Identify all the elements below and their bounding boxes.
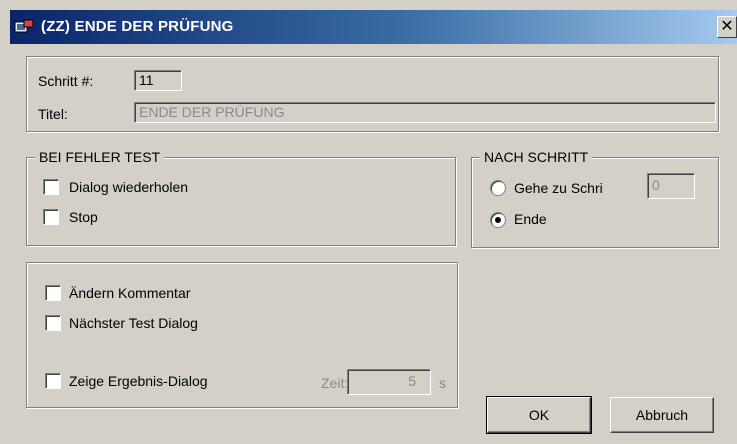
on-error-group: BEI FEHLER TEST Dialog wiederholen Stop	[26, 149, 456, 246]
show-result-dialog-checkbox[interactable]	[45, 373, 61, 389]
goto-step-field[interactable]: 0	[647, 173, 695, 199]
end-radio[interactable]	[490, 212, 506, 228]
next-test-dialog-checkbox[interactable]	[45, 315, 61, 331]
repeat-dialog-label[interactable]: Dialog wiederholen	[69, 179, 188, 195]
after-step-group: NACH SCHRITT Gehe zu Schri 0 Ende	[471, 149, 719, 248]
goto-step-radio[interactable]	[490, 180, 506, 196]
extras-group: Ändern Kommentar Nächster Test Dialog Ze…	[26, 262, 458, 408]
end-label[interactable]: Ende	[514, 211, 547, 227]
time-unit-label: s	[439, 375, 446, 391]
time-field[interactable]: 5	[347, 369, 431, 395]
step-info-group: Schritt #: 11 Titel: ENDE DER PRÜFUNG	[26, 56, 719, 132]
cancel-button[interactable]: Abbruch	[610, 397, 714, 433]
show-result-dialog-label[interactable]: Zeige Ergebnis-Dialog	[69, 373, 208, 389]
time-label: Zeit:	[321, 375, 349, 391]
window-title: (ZZ) ENDE DER PRÜFUNG	[41, 18, 234, 35]
dialog-window: (ZZ) ENDE DER PRÜFUNG ✕ Schritt #: 11 Ti…	[0, 0, 737, 444]
dialog-body: Schritt #: 11 Titel: ENDE DER PRÜFUNG BE…	[10, 44, 737, 444]
next-test-dialog-label[interactable]: Nächster Test Dialog	[69, 315, 198, 331]
ok-button[interactable]: OK	[486, 396, 592, 434]
stop-checkbox[interactable]	[43, 209, 59, 225]
stop-label[interactable]: Stop	[69, 209, 98, 225]
step-number-label: Schritt #:	[38, 73, 94, 89]
step-title-field[interactable]: ENDE DER PRÜFUNG	[134, 102, 716, 123]
close-button[interactable]: ✕	[717, 16, 737, 38]
close-icon: ✕	[720, 18, 734, 35]
on-error-legend: BEI FEHLER TEST	[35, 149, 165, 165]
title-bar[interactable]: (ZZ) ENDE DER PRÜFUNG ✕	[10, 10, 737, 44]
change-comment-checkbox[interactable]	[45, 285, 61, 301]
step-title-label: Titel:	[38, 106, 68, 122]
goto-step-label[interactable]: Gehe zu Schri	[514, 180, 620, 196]
app-icon	[14, 19, 34, 33]
step-number-field[interactable]: 11	[134, 70, 182, 91]
change-comment-label[interactable]: Ändern Kommentar	[69, 285, 190, 301]
repeat-dialog-checkbox[interactable]	[43, 179, 59, 195]
after-step-legend: NACH SCHRITT	[480, 149, 593, 165]
